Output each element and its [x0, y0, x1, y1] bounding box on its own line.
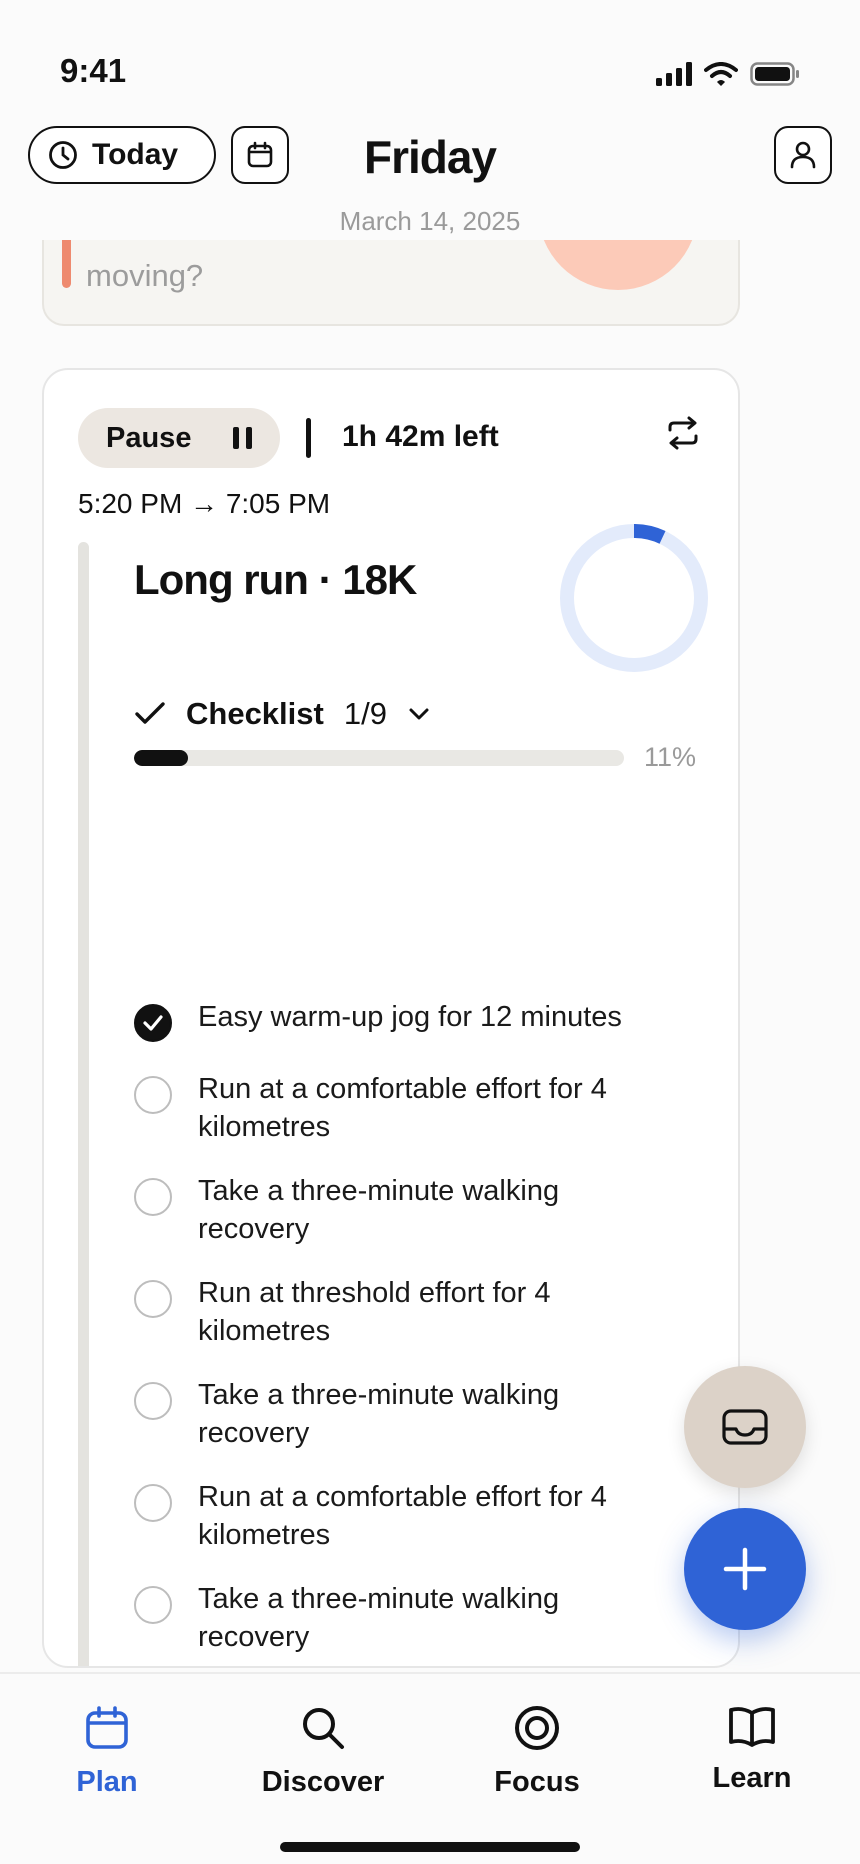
cellular-signal-icon [656, 62, 692, 86]
progress-ring [560, 524, 708, 672]
battery-icon [750, 62, 799, 86]
tab-learn[interactable]: Learn [652, 1704, 852, 1795]
task-illustration [538, 240, 698, 290]
tab-label: Learn [712, 1762, 792, 1794]
checklist-count: 1/9 [343, 696, 387, 731]
tab-label: Focus [494, 1766, 580, 1798]
status-icons [656, 62, 800, 86]
search-icon [303, 1708, 344, 1749]
checklist-progress-bar [134, 750, 624, 766]
checklist-item[interactable]: Run at a comfortable effort for 4 kilome… [134, 1478, 658, 1554]
checkmark-icon [135, 702, 165, 724]
checklist-toggle[interactable]: Checklist 1/9 [134, 696, 431, 732]
pause-icon [233, 427, 252, 449]
tab-discover[interactable]: Discover [223, 1704, 423, 1799]
checklist-item-text: Take a three-minute walking recovery [198, 1583, 560, 1653]
checklist-item-text: Run at a comfortable effort for 4 kilome… [198, 1073, 607, 1143]
checklist-item[interactable]: Take a three-minute walking recovery [134, 1172, 658, 1248]
time-left: 1h 42m left [342, 420, 499, 453]
day-title: Friday [363, 131, 497, 183]
book-icon [729, 1707, 775, 1747]
date-subtitle: March 14, 2025 [339, 206, 521, 236]
checklist-item[interactable]: Easy warm-up jog for 12 minutes [134, 998, 658, 1042]
checkbox[interactable] [134, 1076, 172, 1114]
checklist-item[interactable]: Take a three-minute walking recovery [134, 1376, 658, 1452]
repeat-icon[interactable] [664, 414, 702, 452]
checklist-item[interactable]: Run at a comfortable effort for 4 kilome… [134, 1070, 658, 1146]
checklist-item-text: Run at a comfortable effort for 4 kilome… [198, 1481, 607, 1551]
time-range: 5:20 PM → 7:05 PM [78, 488, 331, 519]
previous-task-text: moving? [86, 258, 204, 293]
plus-icon [723, 1547, 767, 1591]
checklist-item-text: Take a three-minute walking recovery [198, 1379, 560, 1449]
add-task-button[interactable] [684, 1508, 806, 1630]
checkbox[interactable] [134, 1484, 172, 1522]
checklist-item[interactable]: Run at threshold effort for 4 kilometres [134, 1274, 658, 1350]
pause-button[interactable]: Pause [78, 408, 280, 468]
previous-task-card[interactable]: moving? [42, 240, 740, 326]
task-color-accent [62, 240, 71, 288]
tab-label: Plan [76, 1766, 138, 1798]
divider [306, 418, 311, 458]
pause-label: Pause [106, 421, 192, 454]
status-time: 9:41 [60, 52, 127, 89]
inbox-icon [722, 1409, 768, 1445]
checklist-item-text: Take a three-minute walking recovery [198, 1175, 560, 1245]
checklist-item-text: Run at threshold effort for 4 kilometres [198, 1277, 551, 1347]
tab-label: Discover [261, 1766, 385, 1798]
home-indicator [280, 1842, 580, 1852]
profile-button[interactable] [774, 126, 832, 184]
tab-bar: Plan Discover Focus Learn [0, 1672, 860, 1864]
checkbox[interactable] [134, 1382, 172, 1420]
checklist-progress-fill [134, 750, 188, 766]
checkbox[interactable] [134, 1586, 172, 1624]
person-icon [790, 141, 816, 169]
wifi-icon [704, 62, 738, 86]
inbox-button[interactable] [684, 1366, 806, 1488]
active-task-card[interactable]: Pause 1h 42m left 5:20 PM → 7:05 PM Long… [42, 368, 740, 1668]
checkbox-checked[interactable] [134, 1004, 172, 1042]
calendar-icon [86, 1706, 128, 1749]
tab-focus[interactable]: Focus [437, 1704, 637, 1799]
checklist-progress-percent: 11% [644, 742, 697, 772]
checkmark-icon [143, 1015, 163, 1031]
target-icon [515, 1706, 559, 1750]
chevron-down-icon [407, 706, 431, 722]
timeline-bar [78, 542, 89, 1666]
checklist-item[interactable]: Take a three-minute walking recovery [134, 1580, 658, 1656]
checkbox[interactable] [134, 1280, 172, 1318]
checkbox[interactable] [134, 1178, 172, 1216]
checklist-item-text: Easy warm-up jog for 12 minutes [198, 1001, 622, 1033]
tab-plan[interactable]: Plan [7, 1704, 207, 1799]
checklist-label: Checklist [186, 696, 324, 731]
task-title: Long run · 18K [134, 556, 417, 603]
